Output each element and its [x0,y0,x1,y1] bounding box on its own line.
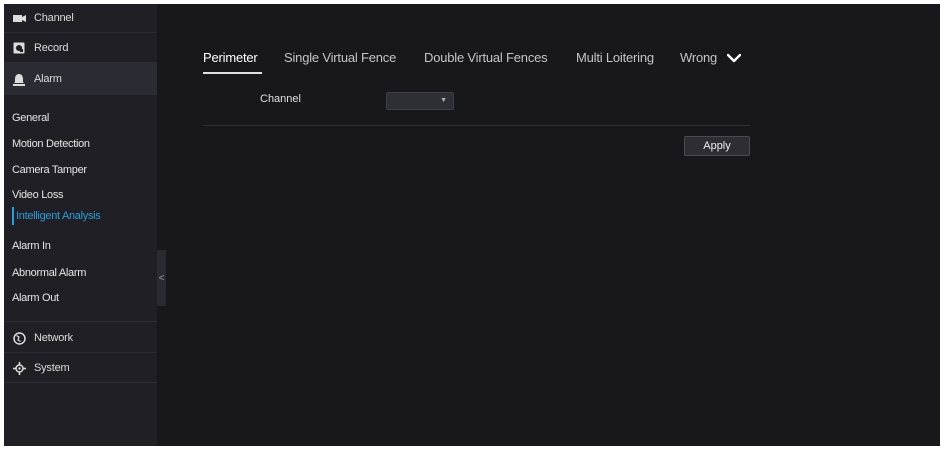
globe-icon [12,331,26,345]
sidebar-item-label: System [34,362,70,374]
tab-wrong[interactable]: Wrong [680,50,717,65]
active-indicator [12,207,14,225]
gear-icon [12,361,26,375]
sidebar-subitem-alarm-out[interactable]: Alarm Out [12,287,59,309]
divider [4,382,157,383]
tab-perimeter[interactable]: Perimeter [203,50,258,65]
sidebar-subitem-alarm-in[interactable]: Alarm In [12,235,51,257]
sidebar-item-network[interactable]: Network [4,324,157,352]
sidebar-subitem-camera-tamper[interactable]: Camera Tamper [12,159,87,181]
sidebar-collapse-handle[interactable]: < [157,250,166,306]
channel-label: Channel [260,93,301,105]
divider [4,321,157,322]
sidebar-item-record[interactable]: Record [4,34,157,62]
sidebar-subitem-motion-detection[interactable]: Motion Detection [12,133,90,155]
app-frame: Channel Record Alarm General Motion Dete… [4,4,940,446]
tab-double-virtual-fences[interactable]: Double Virtual Fences [424,50,548,65]
dropdown-caret-icon: ▼ [440,97,447,104]
divider [4,32,157,33]
form-divider [203,125,750,126]
sidebar: Channel Record Alarm General Motion Dete… [4,4,157,446]
sidebar-subitem-intelligent-analysis[interactable]: Intelligent Analysis [16,205,101,227]
sidebar-item-label: Record [34,42,69,54]
sidebar-item-alarm[interactable]: Alarm [4,63,157,95]
apply-button[interactable]: Apply [684,136,750,156]
sidebar-item-label: Alarm [34,73,62,85]
tab-multi-loitering[interactable]: Multi Loitering [576,50,654,65]
sidebar-subitem-video-loss[interactable]: Video Loss [12,184,64,206]
alarm-icon [12,72,26,86]
divider [4,352,157,353]
tab-single-virtual-fence[interactable]: Single Virtual Fence [284,50,396,65]
sidebar-item-system[interactable]: System [4,354,157,382]
channel-select[interactable]: ▼ [386,92,454,110]
sidebar-item-channel[interactable]: Channel [4,4,157,32]
sidebar-subitem-general[interactable]: General [12,107,49,129]
sidebar-item-label: Channel [34,12,74,24]
sidebar-item-label: Network [34,332,73,344]
channel-icon [12,11,26,25]
chevron-down-icon[interactable] [727,53,741,63]
sidebar-subitem-abnormal-alarm[interactable]: Abnormal Alarm [12,262,86,284]
record-icon [12,41,26,55]
active-tab-underline [203,72,262,74]
